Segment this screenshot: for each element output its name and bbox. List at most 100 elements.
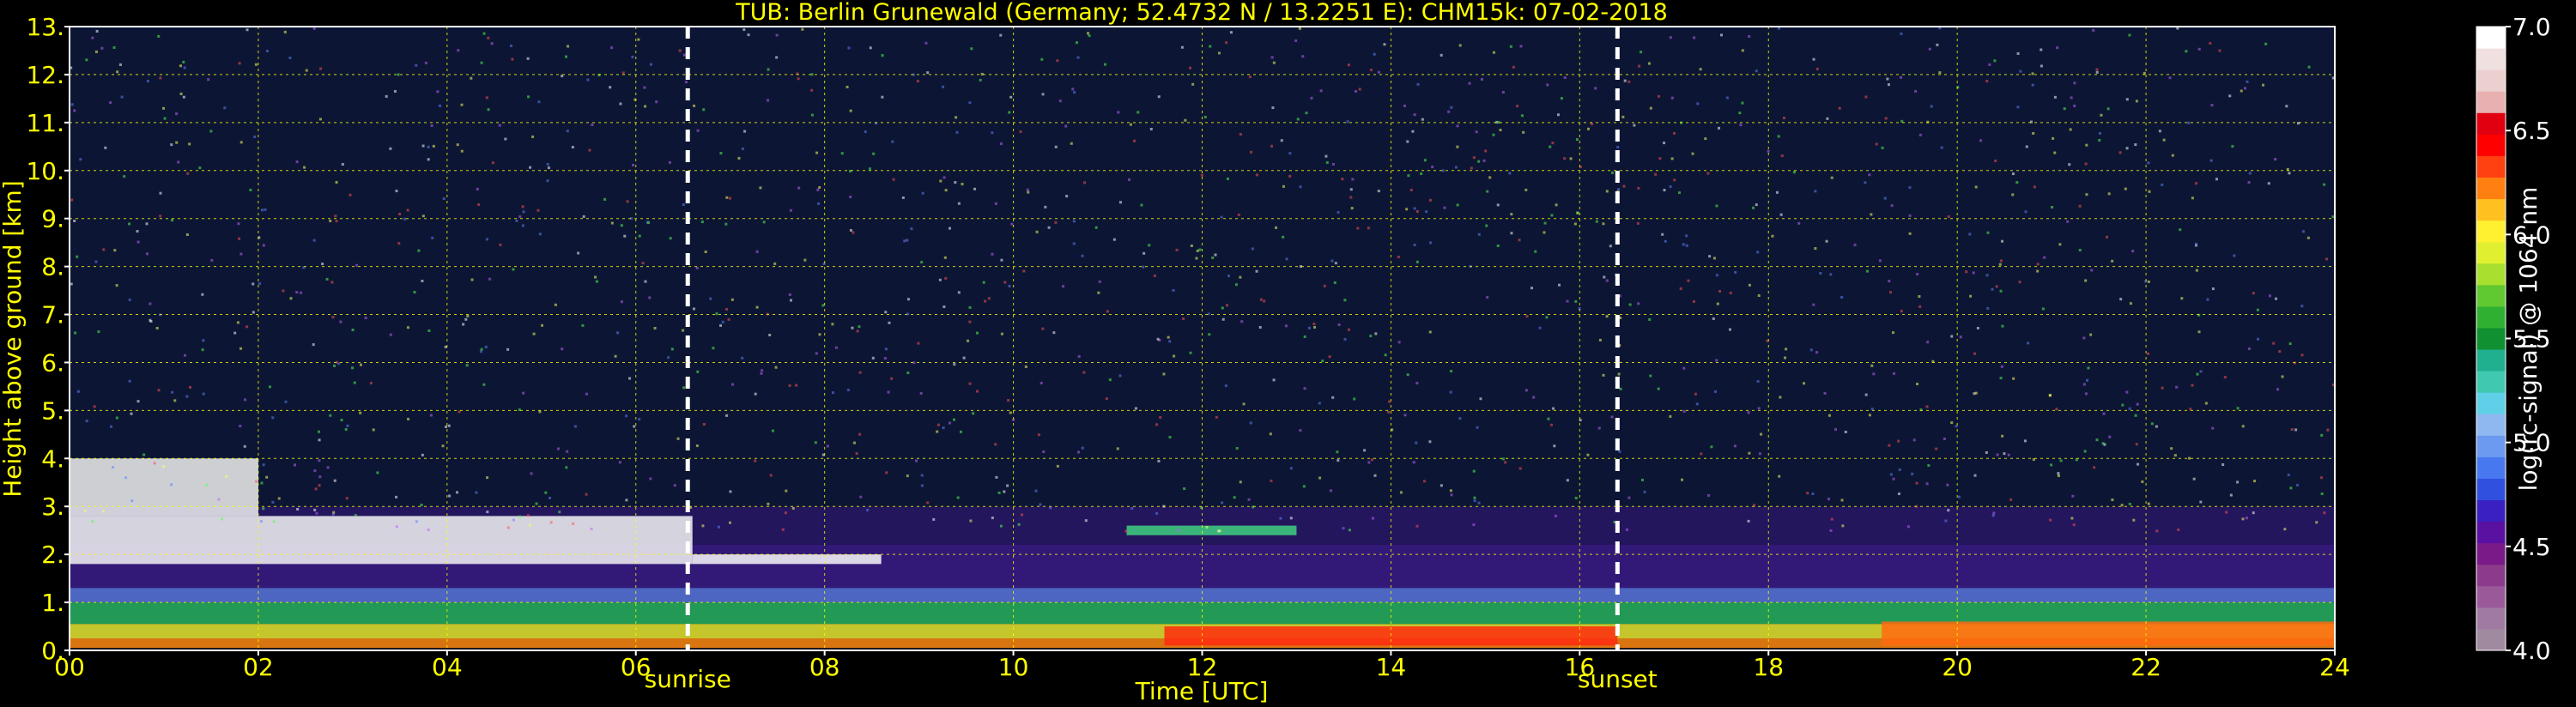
noise-dot [942, 426, 945, 430]
noise-dot [1397, 341, 1401, 344]
noise-dot [1815, 67, 1819, 70]
noise-dot [682, 386, 686, 390]
noise-dot [521, 224, 524, 227]
noise-dot [1081, 446, 1084, 450]
noise-dot [1039, 382, 1043, 385]
noise-dot [1999, 377, 2003, 380]
noise-dot [1627, 80, 1631, 83]
noise-dot [1911, 472, 1914, 475]
noise-dot [834, 346, 838, 349]
noise-dot [351, 328, 355, 331]
noise-dot [914, 459, 918, 462]
noise-dot [2007, 453, 2010, 456]
noise-dot [858, 371, 862, 374]
noise-dot [526, 514, 530, 517]
noise-dot [253, 135, 257, 138]
noise-dot [406, 208, 409, 212]
noise-dot [1409, 189, 1413, 192]
noise-dot [1492, 51, 1495, 54]
noise-dot [1371, 517, 1374, 520]
noise-dot [97, 330, 100, 334]
noise-dot [1270, 144, 1273, 148]
noise-dot [466, 314, 470, 317]
noise-dot [849, 228, 852, 232]
noise-dot [1153, 274, 1156, 277]
noise-dot [1249, 421, 1252, 425]
noise-dot [968, 101, 972, 105]
noise-dot [2078, 249, 2082, 252]
noise-dot [189, 385, 192, 389]
noise-dot [1976, 326, 1979, 329]
noise-dot [692, 307, 695, 311]
noise-dot [567, 45, 570, 48]
noise-dot [1985, 450, 1988, 454]
noise-dot [1915, 481, 1918, 485]
noise-dot [1891, 331, 1894, 335]
noise-dot [2223, 376, 2227, 379]
noise-dot [255, 480, 258, 483]
signal-band [70, 588, 2335, 603]
noise-dot [1325, 160, 1329, 164]
noise-dot [892, 178, 895, 181]
noise-dot [855, 452, 858, 456]
noise-dot [1280, 139, 1283, 142]
noise-dot [737, 156, 741, 160]
noise-dot [395, 495, 398, 499]
noise-dot [1829, 529, 1833, 532]
noise-dot [1180, 45, 1184, 49]
noise-dot [159, 76, 162, 80]
noise-dot [115, 416, 118, 420]
noise-dot [1897, 439, 1900, 443]
noise-dot [775, 33, 779, 37]
noise-dot [1777, 27, 1780, 30]
noise-dot [1330, 259, 1334, 263]
noise-dot [890, 377, 894, 380]
noise-dot [1868, 173, 1871, 177]
noise-dot [1084, 519, 1088, 523]
noise-dot [817, 202, 821, 205]
noise-dot [1906, 525, 1910, 529]
noise-dot [1853, 243, 1857, 246]
colorbar-segment [2476, 607, 2506, 630]
noise-dot [1240, 320, 1244, 323]
signal-band [1882, 621, 2335, 646]
noise-dot [1708, 255, 1712, 258]
noise-dot [385, 94, 388, 98]
noise-dot [1411, 130, 1415, 133]
noise-dot [1458, 44, 1462, 47]
noise-dot [747, 33, 750, 37]
noise-dot [1440, 484, 1443, 487]
noise-dot [1522, 130, 1525, 134]
noise-dot [485, 96, 488, 100]
noise-dot [1429, 241, 1433, 245]
noise-dot [1037, 433, 1040, 437]
noise-dot [95, 29, 99, 33]
noise-dot [767, 99, 770, 102]
noise-dot [1428, 330, 1432, 334]
noise-dot [487, 36, 490, 39]
noise-dot [620, 300, 623, 304]
noise-dot [1710, 445, 1713, 449]
noise-dot [2187, 121, 2191, 124]
noise-dot [159, 191, 162, 195]
noise-dot [1234, 283, 1238, 287]
noise-dot [1893, 372, 1896, 375]
noise-dot [1289, 517, 1293, 520]
noise-dot [1715, 274, 1718, 277]
noise-dot [903, 239, 906, 243]
noise-dot [2211, 287, 2215, 291]
noise-dot [2173, 454, 2177, 457]
noise-dot [1302, 485, 1306, 488]
noise-dot [210, 258, 214, 262]
noise-dot [991, 252, 994, 256]
noise-dot [1627, 496, 1631, 499]
noise-dot [265, 49, 269, 52]
colorbar-segment [2476, 542, 2506, 565]
noise-dot [243, 444, 246, 448]
noise-dot [544, 491, 548, 494]
noise-dot [1974, 391, 1978, 395]
noise-dot [1024, 365, 1027, 368]
noise-dot [1449, 489, 1452, 492]
noise-dot [407, 417, 410, 420]
noise-dot [470, 278, 474, 281]
